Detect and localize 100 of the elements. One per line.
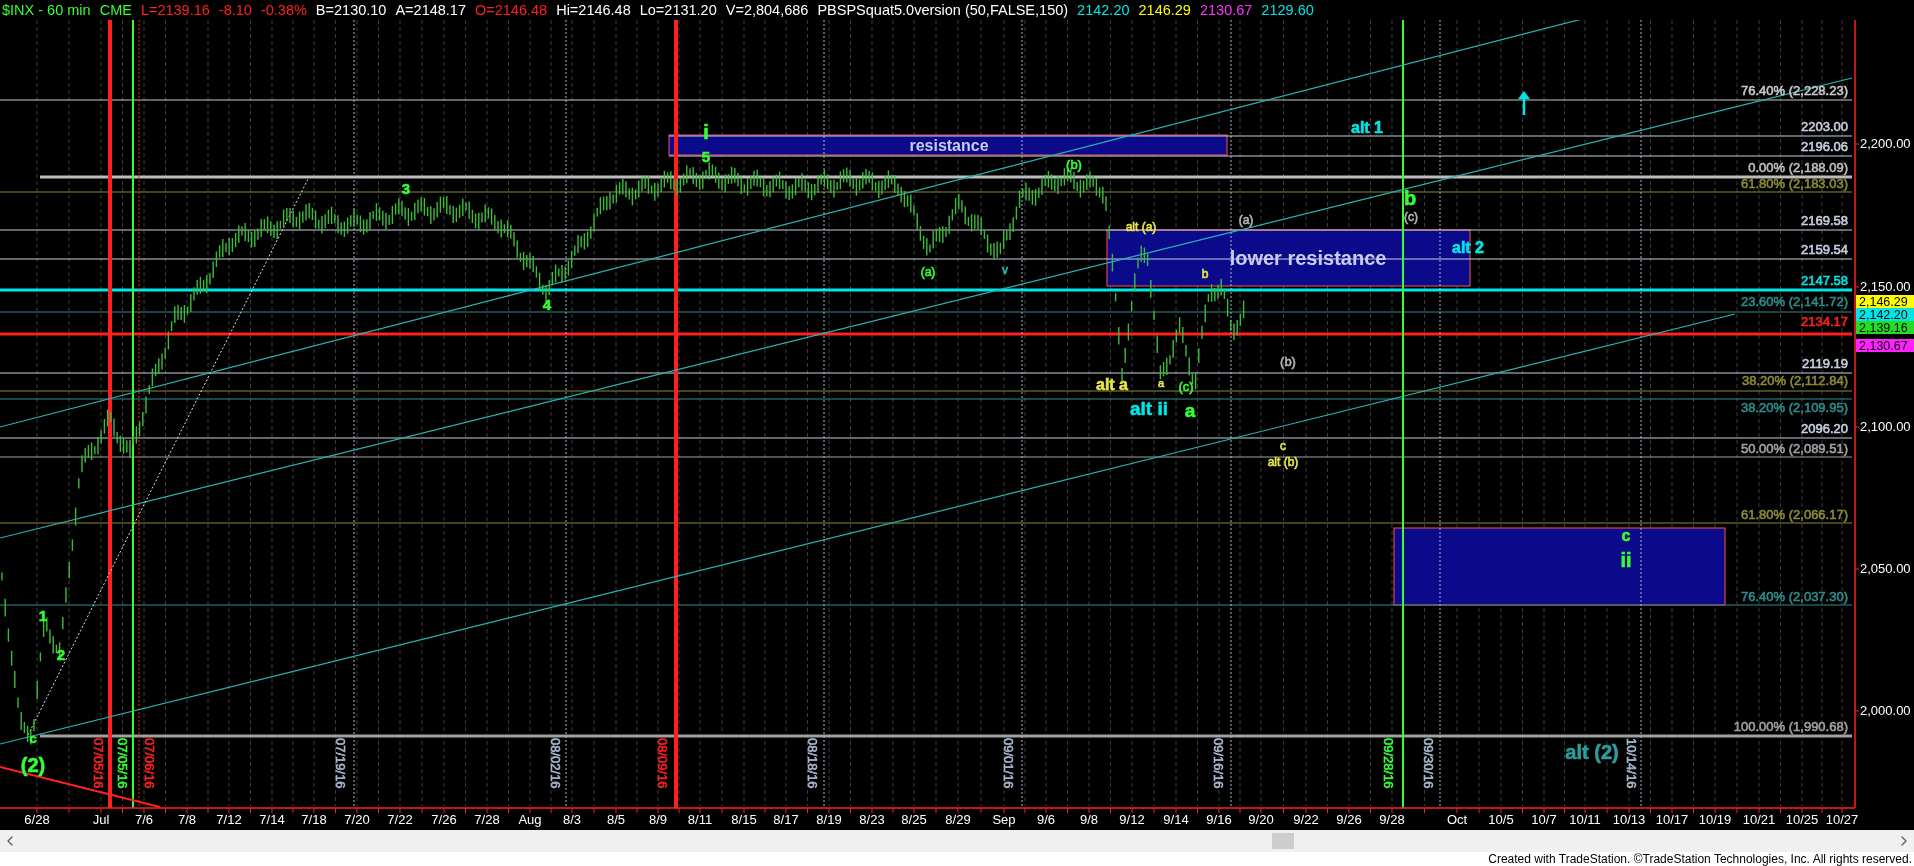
wave-label: alt (2) <box>1565 741 1619 764</box>
time-axis-label: 7/22 <box>387 812 413 827</box>
up-arrow <box>1518 91 1530 115</box>
time-axis-label: 9/26 <box>1336 812 1362 827</box>
price-level-label: 61.80% (2,066.17) <box>1741 507 1848 522</box>
price-level-label: 76.40% (2,037.30) <box>1741 589 1848 604</box>
price-axis-label: 2,200.00 <box>1860 136 1911 151</box>
wave-label: a <box>1157 376 1165 389</box>
date-marker-label: 08/02/16 <box>548 738 563 789</box>
price-level-label: 2119.19 <box>1801 356 1848 371</box>
date-marker-label: 07/05/16 <box>115 738 130 789</box>
price-level-label: 2203.00 <box>1801 119 1848 134</box>
wave-label: c <box>1621 526 1631 544</box>
wave-label: (a) <box>1238 213 1254 228</box>
wave-label: a <box>1184 399 1196 421</box>
price-level-label: 0.00% (2,188.09) <box>1748 160 1848 175</box>
date-marker-label: 09/28/16 <box>1381 738 1396 789</box>
zone-label: resistance <box>909 136 989 154</box>
date-marker-label: 09/16/16 <box>1211 738 1226 789</box>
legend-value: -8.10 <box>218 2 252 18</box>
wave-label: alt a <box>1096 375 1128 393</box>
scrollbar-thumb[interactable] <box>1272 833 1294 849</box>
time-axis-label: 9/16 <box>1206 812 1232 827</box>
price-level-label: 2169.58 <box>1801 213 1848 228</box>
legend-value: CME <box>99 2 132 18</box>
wave-label: alt ii <box>1130 397 1168 419</box>
wave-label: b <box>1403 187 1417 210</box>
time-axis-label: 8/17 <box>773 812 799 827</box>
legend-value: $INX - 60 min <box>2 2 91 18</box>
price-tag-value: 2,146.29 <box>1859 295 1908 309</box>
copyright-notice: Created with TradeStation. ©TradeStation Technologies, Inc. All rights reserved. <box>1488 852 1912 866</box>
time-axis-label: 10/7 <box>1531 812 1557 827</box>
time-axis-label: 9/22 <box>1293 812 1319 827</box>
legend-value: -0.38% <box>260 2 307 18</box>
price-tag-value: 2,142.20 <box>1859 308 1908 322</box>
time-axis-label: 10/13 <box>1612 812 1646 827</box>
legend-value: A=2148.17 <box>395 2 466 18</box>
time-axis-label: Oct <box>1446 812 1468 827</box>
wave-label: v <box>1002 263 1008 278</box>
time-axis-label: Sep <box>992 812 1016 827</box>
time-axis-label: 8/9 <box>648 812 668 827</box>
wave-label: (c) <box>1404 210 1418 225</box>
price-level-label: 100.00% (1,990.68) <box>1733 719 1848 734</box>
time-axis-label: 7/8 <box>177 812 197 827</box>
time-axis-label: 8/25 <box>901 812 927 827</box>
date-marker-label: 07/19/16 <box>333 738 348 789</box>
time-axis-label: 7/12 <box>216 812 242 827</box>
price-level-label: 76.40% (2,228.23) <box>1741 83 1848 98</box>
horizontal-scrollbar[interactable] <box>0 830 1914 852</box>
date-marker-label: 10/14/16 <box>1624 738 1639 789</box>
wave-label: 3 <box>401 180 411 198</box>
wave-label: 1 <box>38 607 48 625</box>
time-axis-label: 9/14 <box>1163 812 1189 827</box>
price-level-label: 2159.54 <box>1801 242 1848 257</box>
time-axis-label: 7/28 <box>474 812 500 827</box>
legend-value: B=2130.10 <box>315 2 387 18</box>
wave-label: (c) <box>1178 378 1194 394</box>
price-axis-label: 2,000.00 <box>1860 703 1911 718</box>
price-level-label: 61.80% (2,183.03) <box>1741 176 1848 191</box>
date-marker-label: 08/18/16 <box>805 738 820 789</box>
time-axis-label: 8/5 <box>606 812 626 827</box>
price-level-label: 38.20% (2,112.84) <box>1742 373 1848 388</box>
legend-value: PBSPSquat5.0version (50,FALSE,150) <box>817 2 1069 18</box>
time-axis-label: 9/20 <box>1248 812 1274 827</box>
date-marker-label: 07/06/16 <box>142 738 157 789</box>
time-axis-label: 8/23 <box>859 812 885 827</box>
time-axis-label: 10/17 <box>1655 812 1689 827</box>
price-level-label: 2196.06 <box>1801 139 1848 154</box>
time-axis-label: 9/28 <box>1379 812 1405 827</box>
price-axis-label: 2,100.00 <box>1860 419 1911 434</box>
price-level-label: 23.60% (2,141.72) <box>1741 294 1848 309</box>
time-axis-label: 8/19 <box>816 812 842 827</box>
wave-label: (b) <box>1280 353 1296 369</box>
wave-label: 4 <box>542 296 552 314</box>
wave-label: c <box>1280 439 1286 454</box>
date-marker-label: 09/01/16 <box>1001 738 1016 789</box>
time-axis-label: 10/27 <box>1825 812 1859 827</box>
price-tag-value: 2,130.67 <box>1859 339 1908 353</box>
price-axis-label: 2,050.00 <box>1860 561 1911 576</box>
wave-label: ii <box>1620 549 1632 572</box>
legend-value: 2146.29 <box>1138 2 1191 18</box>
price-level-label: 2134.17 <box>1801 314 1848 329</box>
time-axis-label: 7/6 <box>134 812 154 827</box>
time-axis-label: 8/29 <box>945 812 971 827</box>
legend-value: V=2,804,686 <box>725 2 809 18</box>
time-axis-label: 9/8 <box>1079 812 1099 827</box>
time-axis-label: 7/26 <box>431 812 457 827</box>
date-marker-label: 07/05/16 <box>91 738 106 789</box>
wave-label: (b) <box>1066 156 1082 172</box>
zone-label: lower resistance <box>1229 247 1387 270</box>
date-marker-label: 09/30/16 <box>1421 738 1436 789</box>
time-axis-label: 10/25 <box>1785 812 1819 827</box>
time-axis-label: 7/14 <box>259 812 285 827</box>
wave-label: b <box>1201 267 1209 282</box>
legend-value: L=2139.16 <box>140 2 210 18</box>
legend-value: Hi=2146.48 <box>556 2 631 18</box>
price-level-label: 2096.20 <box>1801 421 1848 436</box>
price-level-label: 50.00% (2,089.51) <box>1741 441 1848 456</box>
legend-value: Lo=2131.20 <box>639 2 717 18</box>
time-axis-label: 10/19 <box>1698 812 1732 827</box>
